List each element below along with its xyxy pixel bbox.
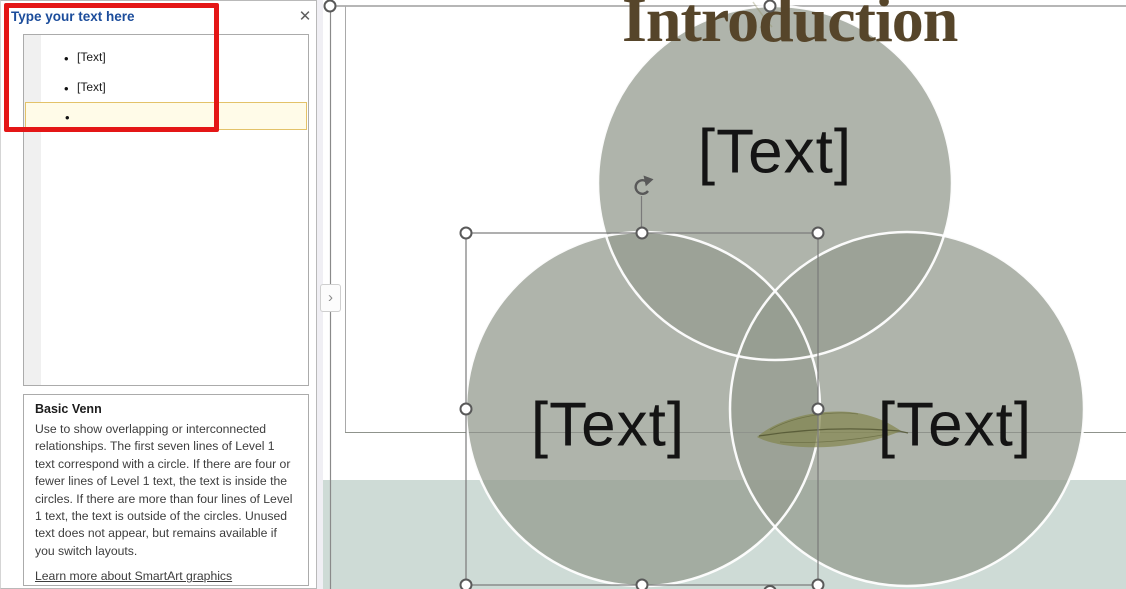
- selection-handles: [323, 0, 825, 589]
- selection-layer: [323, 0, 825, 589]
- selection-handle-sw[interactable]: [459, 578, 473, 589]
- frame-handle-n[interactable]: [763, 0, 777, 13]
- bullet-icon: •: [65, 110, 70, 125]
- rotate-icon[interactable]: [634, 175, 654, 196]
- text-pane-title: Type your text here: [11, 9, 135, 24]
- bullet-icon: •: [64, 51, 69, 66]
- list-item[interactable]: • [Text]: [25, 44, 307, 72]
- shape-selection-box: [465, 232, 819, 586]
- list-item-active[interactable]: •: [25, 102, 307, 130]
- list-item-label: [Text]: [77, 50, 106, 64]
- slide-canvas[interactable]: Introduction [Text] [Text] [Text]: [323, 0, 1126, 589]
- layout-name: Basic Venn: [35, 402, 102, 416]
- selection-handle-se[interactable]: [811, 578, 825, 589]
- frame-handle-nw[interactable]: [323, 0, 337, 13]
- layout-description-panel: Basic Venn Use to show overlapping or in…: [23, 394, 309, 586]
- selection-handle-s[interactable]: [635, 578, 649, 589]
- smartart-text-pane: Type your text here ✕ • [Text] • [Text] …: [0, 0, 317, 589]
- list-item-label: [Text]: [77, 80, 106, 94]
- selection-handle-ne[interactable]: [811, 226, 825, 240]
- text-pane-collapse-button[interactable]: ›: [320, 284, 341, 312]
- text-pane-list: • [Text] • [Text] •: [23, 34, 309, 386]
- selection-handle-nw[interactable]: [459, 226, 473, 240]
- learn-more-link[interactable]: Learn more about SmartArt graphics: [35, 569, 232, 583]
- chevron-right-icon: ›: [328, 289, 333, 306]
- layout-description: Use to show overlapping or interconnecte…: [35, 422, 293, 558]
- selection-handle-n[interactable]: [635, 226, 649, 240]
- close-icon[interactable]: ✕: [295, 7, 315, 27]
- selection-handle-w[interactable]: [459, 402, 473, 416]
- selection-handle-e[interactable]: [811, 402, 825, 416]
- bullet-icon: •: [64, 81, 69, 96]
- list-item[interactable]: • [Text]: [25, 74, 307, 102]
